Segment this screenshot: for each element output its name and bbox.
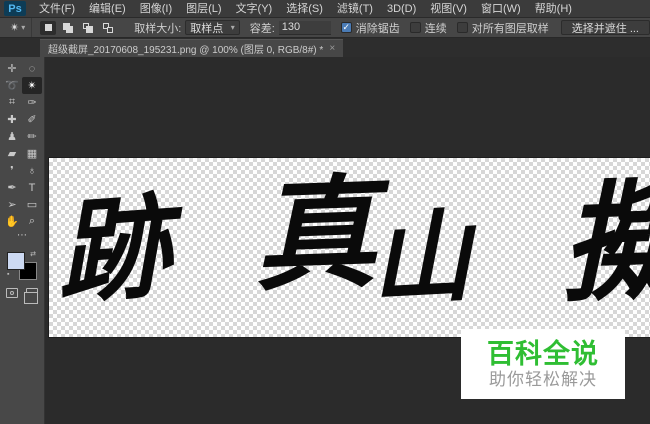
subtract-from-selection-button[interactable] <box>80 21 96 35</box>
calligraphy-character: 擬 <box>558 170 650 318</box>
history-brush-tool[interactable]: ✏ <box>22 128 42 145</box>
sample-size-dropdown[interactable]: 取样点 ▾ <box>185 20 240 35</box>
default-colors-icon[interactable]: ▪ <box>7 271 9 278</box>
menu-type[interactable]: 文字(Y) <box>229 0 280 18</box>
healing-brush-tool[interactable]: ✚ <box>2 111 22 128</box>
gradient-tool[interactable]: ▦ <box>22 145 42 162</box>
tool-options-bar: ✴ ▾ 取样大小: 取样点 ▾ 容差: ✓ 消除锯齿 连续 对所有图层取样 选择… <box>0 18 650 38</box>
anti-alias-option[interactable]: ✓ 消除锯齿 <box>340 20 400 36</box>
contiguous-checkbox[interactable] <box>409 22 421 33</box>
main-area: ✛ ◌ ➰ ✴ ⌗ ✑ ✚ ✐ ♟ ✏ ▰ ▦ ❜ ♁ ✒ T ➢ ▭ ✋ ⌕ <box>0 57 650 424</box>
watermark-title: 百科全说 <box>487 338 599 369</box>
foreground-color-swatch[interactable] <box>7 252 25 270</box>
calligraphy-character: 跡 <box>52 186 174 318</box>
subtract-selection-icon <box>83 22 94 33</box>
tools-panel: ✛ ◌ ➰ ✴ ⌗ ✑ ✚ ✐ ♟ ✏ ▰ ▦ ❜ ♁ ✒ T ➢ ▭ ✋ ⌕ <box>0 57 45 424</box>
add-selection-icon <box>63 22 74 33</box>
contiguous-label: 连续 <box>424 22 447 35</box>
pasteboard: 跡 真 山 擬 百科全说 助你轻松解决 <box>45 57 650 424</box>
add-to-selection-button[interactable] <box>60 21 76 35</box>
close-icon[interactable]: × <box>329 43 335 54</box>
menu-filter[interactable]: 滤镜(T) <box>330 0 380 18</box>
document-tab-bar: 超级截屏_20170608_195231.png @ 100% (图层 0, R… <box>0 38 650 57</box>
hand-tool[interactable]: ✋ <box>2 213 22 230</box>
calligraphy-character: 真 <box>251 166 379 307</box>
contiguous-option[interactable]: 连续 <box>409 20 447 36</box>
blur-tool[interactable]: ❜ <box>2 162 22 179</box>
watermark-subtitle: 助你轻松解决 <box>489 369 597 389</box>
menu-layer[interactable]: 图层(L) <box>179 0 228 18</box>
document-tab-title: 超级截屏_20170608_195231.png @ 100% (图层 0, R… <box>48 45 324 56</box>
photoshop-logo: Ps <box>4 1 26 16</box>
lasso-tool[interactable]: ➰ <box>2 77 22 94</box>
sample-all-layers-option[interactable]: 对所有图层取样 <box>456 20 549 36</box>
tolerance-input[interactable] <box>278 20 331 35</box>
type-tool[interactable]: T <box>22 179 42 196</box>
calligraphy-character: 山 <box>368 201 474 318</box>
watermark-badge: 百科全说 助你轻松解决 <box>461 329 625 399</box>
clone-stamp-tool[interactable]: ♟ <box>2 128 22 145</box>
screen-mode-icon[interactable] <box>24 288 38 304</box>
menu-edit[interactable]: 编辑(E) <box>82 0 133 18</box>
dodge-tool[interactable]: ♁ <box>22 162 42 179</box>
menu-image[interactable]: 图像(I) <box>133 0 179 18</box>
menu-view[interactable]: 视图(V) <box>423 0 474 18</box>
path-selection-tool[interactable]: ➢ <box>2 196 22 213</box>
swap-colors-icon[interactable]: ⇄ <box>30 250 36 258</box>
menu-file[interactable]: 文件(F) <box>32 0 82 18</box>
photoshop-window: Ps 文件(F) 编辑(E) 图像(I) 图层(L) 文字(Y) 选择(S) 滤… <box>0 0 650 424</box>
move-tool[interactable]: ✛ <box>2 60 22 77</box>
marquee-tool[interactable]: ◌ <box>22 60 42 77</box>
chevron-down-icon: ▾ <box>230 23 235 32</box>
sample-all-layers-checkbox[interactable] <box>456 22 468 33</box>
rectangle-tool[interactable]: ▭ <box>22 196 42 213</box>
brush-tool[interactable]: ✐ <box>22 111 42 128</box>
intersect-selection-icon <box>103 22 114 33</box>
zoom-tool[interactable]: ⌕ <box>22 213 42 230</box>
tolerance-label: 容差: <box>249 22 275 35</box>
menu-select[interactable]: 选择(S) <box>279 0 330 18</box>
menu-3d[interactable]: 3D(D) <box>380 0 423 18</box>
menu-window[interactable]: 窗口(W) <box>474 0 528 18</box>
anti-alias-checkbox[interactable]: ✓ <box>340 22 352 33</box>
menu-bar: Ps 文件(F) 编辑(E) 图像(I) 图层(L) 文字(Y) 选择(S) 滤… <box>0 0 650 18</box>
sample-size-value: 取样点 <box>190 22 224 35</box>
crop-tool[interactable]: ⌗ <box>2 94 22 111</box>
eyedropper-tool[interactable]: ✑ <box>22 94 42 111</box>
quick-mask-icon[interactable] <box>6 288 18 298</box>
new-selection-button[interactable] <box>40 20 57 35</box>
select-and-mask-button[interactable]: 选择并遮住 ... <box>560 20 650 35</box>
toolbar-footer <box>6 288 38 304</box>
sample-all-layers-label: 对所有图层取样 <box>471 22 549 35</box>
tool-grid: ✛ ◌ ➰ ✴ ⌗ ✑ ✚ ✐ ♟ ✏ ▰ ▦ ❜ ♁ ✒ T ➢ ▭ ✋ ⌕ <box>2 60 42 230</box>
chevron-down-icon: ▾ <box>21 23 26 32</box>
color-swatches: ⇄ ▪ <box>7 250 37 280</box>
intersect-selection-button[interactable] <box>100 21 116 35</box>
magic-wand-tool[interactable]: ✴ <box>22 77 42 94</box>
document-tab[interactable]: 超级截屏_20170608_195231.png @ 100% (图层 0, R… <box>40 39 344 57</box>
anti-alias-label: 消除锯齿 <box>355 22 400 35</box>
document-canvas[interactable]: 跡 真 山 擬 <box>49 158 650 337</box>
magic-wand-icon: ✴ <box>10 22 20 34</box>
selection-mode-group <box>32 20 124 35</box>
tool-preset-picker[interactable]: ✴ ▾ <box>0 18 33 37</box>
eraser-tool[interactable]: ▰ <box>2 145 22 162</box>
menu-help[interactable]: 帮助(H) <box>528 0 579 18</box>
pen-tool[interactable]: ✒ <box>2 179 22 196</box>
new-selection-icon <box>44 24 52 31</box>
sample-size-label: 取样大小: <box>134 22 182 35</box>
edit-toolbar-button[interactable]: ⋯ <box>0 230 44 244</box>
